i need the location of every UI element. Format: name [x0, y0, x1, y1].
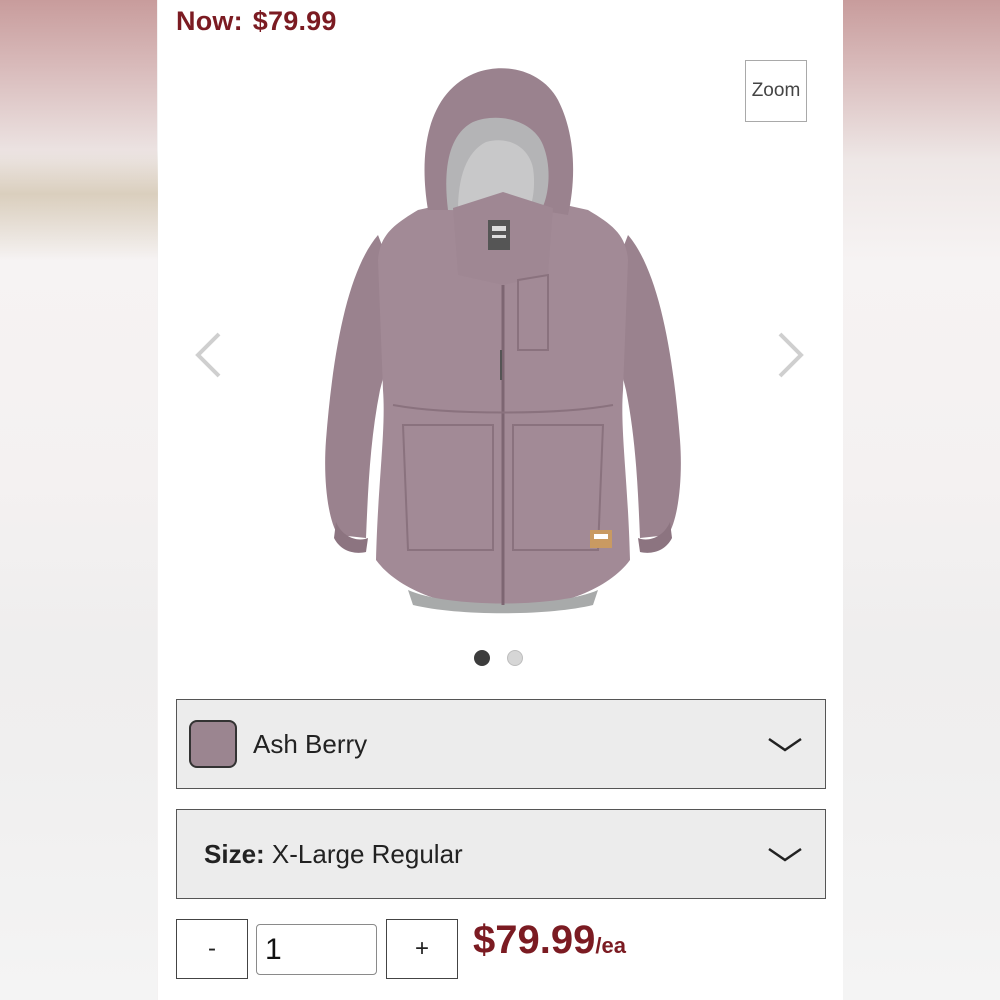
product-page: Now: $79.99 Zoom Ash Berry Size: X-Large…	[158, 0, 843, 1000]
sale-price-header: Now: $79.99	[176, 6, 337, 37]
chevron-down-icon	[768, 737, 802, 752]
carousel-dot-1[interactable]	[474, 650, 490, 666]
next-image-arrow-icon[interactable]	[776, 330, 806, 380]
sale-price-value: $79.99	[252, 6, 337, 36]
carousel-dot-2[interactable]	[507, 650, 523, 666]
sale-price-label: Now:	[176, 6, 243, 36]
unit-price: $79.99/ea	[473, 918, 626, 963]
selected-color: Ash Berry	[253, 728, 368, 759]
selected-size: X-Large Regular	[271, 838, 463, 869]
previous-image-arrow-icon[interactable]	[193, 330, 223, 380]
quantity-input[interactable]	[256, 924, 377, 975]
quantity-decrease-button[interactable]: -	[176, 919, 248, 979]
zoom-button[interactable]: Zoom	[745, 60, 807, 122]
background-blur-right	[843, 0, 1000, 1000]
carousel-pagination	[474, 650, 523, 666]
unit-price-amount: $79.99	[473, 918, 596, 962]
size-select[interactable]: Size: X-Large Regular	[176, 809, 826, 899]
color-swatch	[189, 720, 237, 768]
product-image	[325, 68, 681, 614]
color-select[interactable]: Ash Berry	[176, 699, 826, 789]
quantity-increase-button[interactable]: +	[386, 919, 458, 979]
size-label: Size:	[204, 838, 265, 869]
background-blur-left-highlight	[0, 150, 158, 260]
unit-price-unit: /ea	[595, 933, 626, 958]
chevron-down-icon	[768, 847, 802, 862]
size-select-text: Size: X-Large Regular	[204, 839, 463, 870]
